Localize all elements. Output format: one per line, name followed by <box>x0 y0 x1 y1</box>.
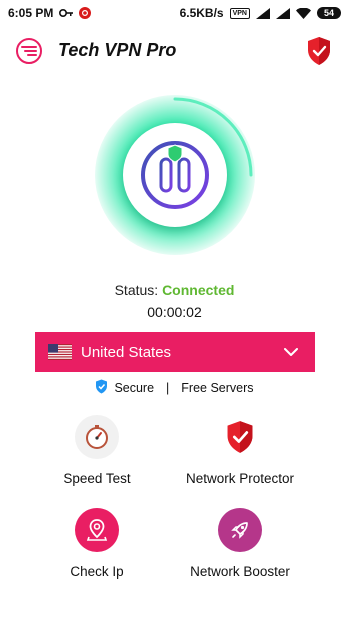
server-country: United States <box>81 343 172 361</box>
notification-app-icon <box>79 7 92 19</box>
wifi-icon <box>296 7 311 19</box>
speed-test-label: Speed Test <box>63 471 131 486</box>
menu-icon <box>16 38 42 64</box>
security-info: Secure | Free Servers <box>0 379 349 397</box>
network-protector-label: Network Protector <box>185 471 295 486</box>
status-bar: 6:05 PM 6.5KB/s VPN 54 <box>0 0 349 26</box>
app-bar: Tech VPN Pro <box>0 30 349 70</box>
free-servers-label: Free Servers <box>181 381 254 395</box>
shield-check-icon <box>308 37 330 65</box>
vpn-badge: VPN <box>229 7 250 19</box>
network-speed: 6.5KB/s <box>179 6 224 20</box>
us-flag-icon <box>48 344 72 360</box>
location-pin-icon <box>75 508 119 552</box>
chevron-down-icon <box>277 342 305 362</box>
signal-icon-2 <box>276 7 290 19</box>
speed-test-button[interactable]: Speed Test <box>22 415 172 486</box>
network-booster-label: Network Booster <box>190 564 290 579</box>
secure-label: Secure <box>114 381 155 395</box>
connect-area <box>95 95 255 255</box>
power-icon <box>141 141 209 209</box>
connect-button[interactable] <box>123 123 227 227</box>
stopwatch-icon <box>75 415 119 459</box>
app-title: Tech VPN Pro <box>58 40 177 60</box>
check-ip-button[interactable]: Check Ip <box>22 508 172 579</box>
connection-status: Status: Connected <box>0 282 349 298</box>
secure-shield-icon <box>95 379 108 397</box>
signal-icon <box>256 7 270 19</box>
server-selector[interactable]: United States <box>35 332 315 372</box>
info-separator: | <box>166 381 170 395</box>
menu-button[interactable] <box>15 37 43 65</box>
network-booster-button[interactable]: Network Booster <box>165 508 315 579</box>
check-ip-label: Check Ip <box>70 564 124 579</box>
rocket-icon <box>218 508 262 552</box>
clock: 6:05 PM <box>8 6 54 20</box>
premium-shield-button[interactable] <box>306 36 332 66</box>
key-icon <box>59 8 74 18</box>
status-value: Connected <box>162 282 235 298</box>
connection-timer: 00:00:02 <box>147 304 202 320</box>
network-protector-button[interactable]: Network Protector <box>165 415 315 486</box>
battery-indicator: 54 <box>317 7 341 19</box>
status-label: Status: <box>114 282 163 298</box>
shield-check-icon <box>218 415 262 459</box>
